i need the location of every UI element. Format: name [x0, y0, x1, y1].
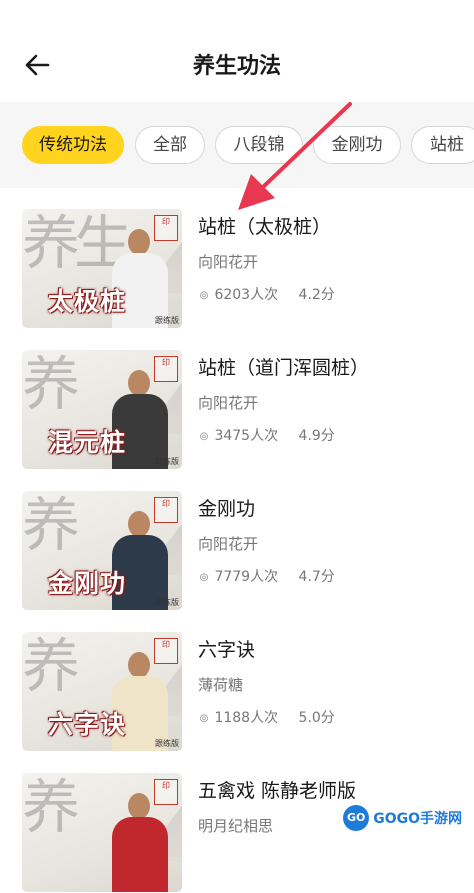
- item-score: 5.0分: [298, 710, 335, 726]
- item-views: 7779人次: [214, 569, 279, 585]
- item-title: 金刚功: [198, 498, 256, 520]
- thumb-caption: 混元桩: [48, 428, 127, 457]
- views-icon: ◎: [199, 713, 209, 724]
- item-views: 6203人次: [214, 287, 279, 303]
- seal-stamp: 印: [154, 215, 178, 241]
- item-title: 站桩（太极桩）: [198, 216, 332, 238]
- item-meta: ◎ 6203人次 4.2分: [198, 284, 468, 304]
- item-author: 向阳花开: [198, 394, 259, 412]
- thumbnail: 养生 印 太极桩 跟练版: [22, 209, 182, 328]
- seal-stamp: 印: [154, 356, 178, 382]
- thumb-bg-text: 养: [22, 491, 80, 559]
- thumb-bg-text: 养: [22, 350, 80, 418]
- item-score: 4.7分: [298, 569, 335, 585]
- views-icon: ◎: [199, 431, 209, 442]
- watermark-text: GOGO手游网: [373, 811, 462, 827]
- item-author: 向阳花开: [198, 253, 259, 271]
- views-icon: ◎: [199, 572, 209, 583]
- thumbnail: 养 印 金刚功 跟练版: [22, 491, 182, 610]
- item-views: 3475人次: [214, 428, 279, 444]
- seal-stamp: 印: [154, 638, 178, 664]
- item-meta: ◎ 3475人次 4.9分: [198, 425, 468, 445]
- thumb-bg-text: 养: [22, 773, 80, 841]
- tab-zhanzhuang[interactable]: 站桩: [411, 126, 474, 164]
- item-score: 4.2分: [298, 287, 335, 303]
- header: 养生功法: [0, 0, 474, 102]
- list-item[interactable]: 养生 印 太极桩 跟练版 站桩（太极桩） 向阳花开 ◎ 6203人次 4.2分: [0, 188, 474, 329]
- seal-stamp: 印: [154, 497, 178, 523]
- thumb-tag: 跟练版: [155, 457, 179, 466]
- item-author: 薄荷糖: [198, 676, 244, 694]
- item-author: 向阳花开: [198, 535, 259, 553]
- seal-stamp: 印: [154, 779, 178, 805]
- list-item[interactable]: 养 印 金刚功 跟练版 金刚功 向阳花开 ◎ 7779人次 4.7分: [0, 470, 474, 611]
- watermark-logo-icon: GO: [343, 805, 370, 831]
- thumb-caption: 金刚功: [48, 569, 127, 598]
- tab-all[interactable]: 全部: [135, 126, 205, 164]
- thumbnail: 养 印 六字诀 跟练版: [22, 632, 182, 751]
- item-meta: ◎ 7779人次 4.7分: [198, 566, 468, 586]
- thumb-tag: 跟练版: [155, 316, 179, 325]
- category-tabs: 传统功法 全部 八段锦 金刚功 站桩: [0, 102, 474, 188]
- tab-traditional[interactable]: 传统功法: [22, 126, 124, 164]
- item-title: 五禽戏 陈静老师版: [198, 780, 357, 802]
- thumb-caption: 太极桩: [48, 287, 127, 316]
- tab-baduanjin[interactable]: 八段锦: [215, 126, 303, 164]
- instructor-figure: [108, 793, 172, 892]
- views-icon: ◎: [199, 290, 209, 301]
- item-score: 4.9分: [298, 428, 335, 444]
- item-title: 站桩（道门浑圆桩）: [198, 357, 370, 379]
- thumb-bg-text: 养: [22, 632, 80, 700]
- item-title: 六字诀: [198, 639, 256, 661]
- list-item[interactable]: 养 印 六字诀 跟练版 六字诀 薄荷糖 ◎ 1188人次 5.0分: [0, 611, 474, 752]
- page-title: 养生功法: [192, 54, 281, 79]
- tab-jingang[interactable]: 金刚功: [313, 126, 401, 164]
- item-views: 1188人次: [214, 710, 279, 726]
- thumb-tag: 跟练版: [155, 598, 179, 607]
- thumb-caption: 六字诀: [48, 710, 127, 739]
- thumbnail: 养 印 混元桩 跟练版: [22, 350, 182, 469]
- list-item[interactable]: 养 印 混元桩 跟练版 站桩（道门浑圆桩） 向阳花开 ◎ 3475人次 4.9分: [0, 329, 474, 470]
- item-meta: ◎ 1188人次 5.0分: [198, 707, 468, 727]
- watermark: GO GOGO手游网: [343, 802, 462, 834]
- thumbnail: 养 印: [22, 773, 182, 892]
- outfit: [112, 817, 168, 892]
- thumb-tag: 跟练版: [155, 739, 179, 748]
